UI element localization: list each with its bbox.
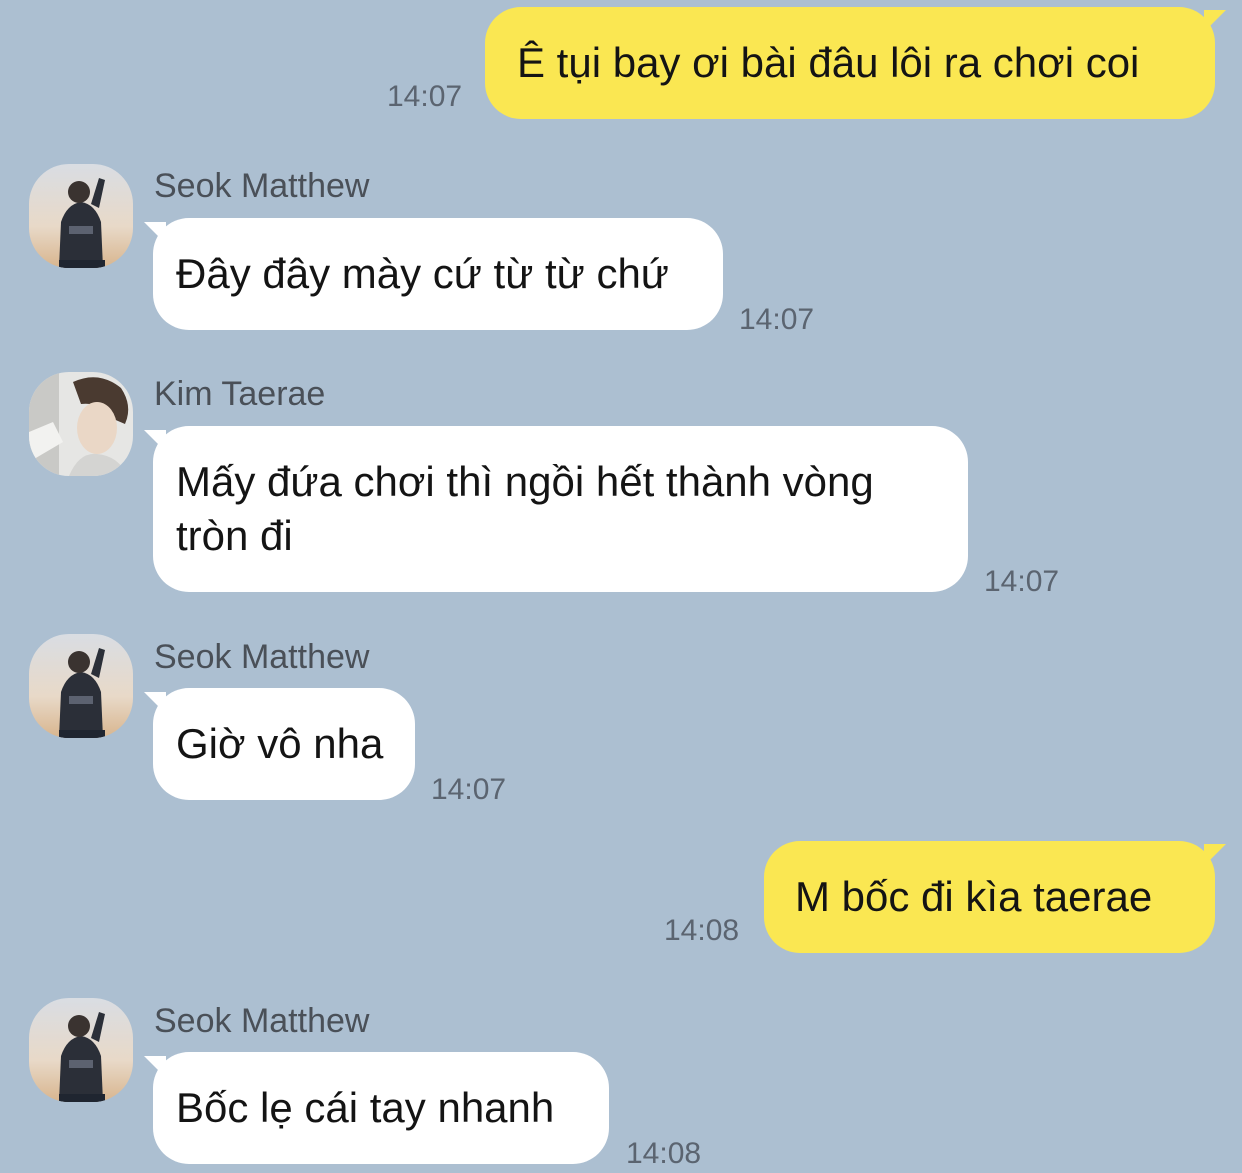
avatar[interactable]	[29, 634, 133, 738]
message-bubble[interactable]: Giờ vô nha	[153, 688, 415, 800]
message-time: 14:07	[984, 565, 1060, 598]
message-time: 14:08	[626, 1137, 702, 1170]
avatar[interactable]	[29, 164, 133, 268]
sender-name: Kim Taerae	[154, 375, 326, 413]
message-text: Ê tụi bay ơi bài đâu lôi ra chơi coi	[517, 39, 1140, 86]
message-time: 14:07	[431, 773, 507, 806]
message-bubble[interactable]: Ê tụi bay ơi bài đâu lôi ra chơi coi	[485, 7, 1215, 119]
bubble-tail	[1204, 844, 1226, 866]
avatar[interactable]	[29, 998, 133, 1102]
message-text: Bốc lẹ cái tay nhanh	[176, 1084, 555, 1131]
person-photo-icon	[29, 998, 133, 1102]
message-time: 14:08	[664, 914, 740, 947]
avatar[interactable]	[29, 372, 133, 476]
bubble-tail	[1204, 10, 1226, 32]
message-text: M bốc đi kìa taerae	[795, 873, 1153, 920]
message-bubble[interactable]: Bốc lẹ cái tay nhanh	[153, 1052, 609, 1164]
message-text: Mấy đứa chơi thì ngồi hết thành vòng trò…	[176, 458, 874, 559]
sender-name: Seok Matthew	[154, 1002, 370, 1040]
sender-name: Seok Matthew	[154, 638, 370, 676]
message-text: Giờ vô nha	[176, 720, 384, 767]
message-bubble[interactable]: M bốc đi kìa taerae	[764, 841, 1215, 953]
sender-name: Seok Matthew	[154, 167, 370, 205]
message-bubble[interactable]: Mấy đứa chơi thì ngồi hết thành vòng trò…	[153, 426, 968, 592]
message-time: 14:07	[739, 303, 815, 336]
message-text: Đây đây mày cứ từ từ chứ	[176, 250, 669, 297]
person-photo-icon	[29, 372, 133, 476]
person-photo-icon	[29, 634, 133, 738]
person-photo-icon	[29, 164, 133, 268]
message-bubble[interactable]: Đây đây mày cứ từ từ chứ	[153, 218, 723, 330]
message-time: 14:07	[387, 80, 463, 113]
